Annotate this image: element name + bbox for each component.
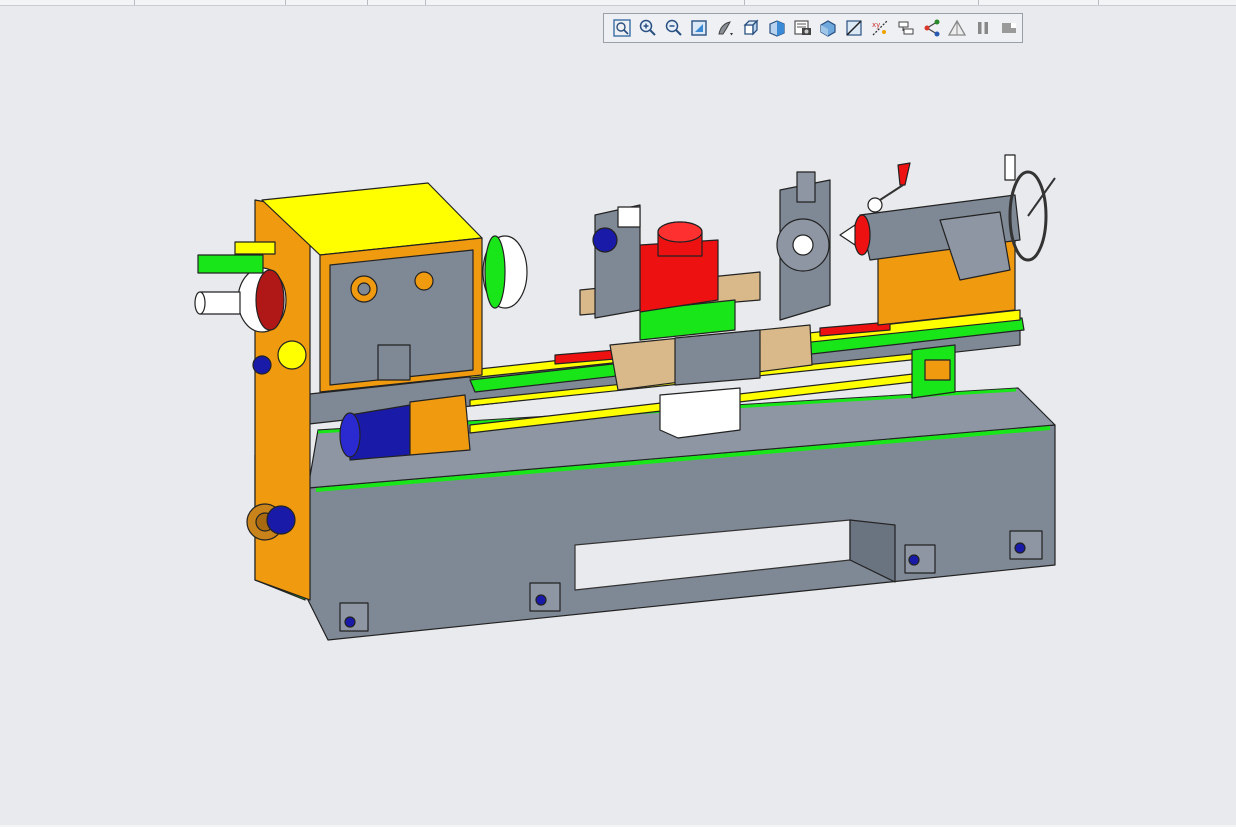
apron xyxy=(659,387,741,439)
standard-views-button[interactable] xyxy=(738,16,764,40)
measure-button[interactable] xyxy=(841,16,867,40)
capture-image-button[interactable] xyxy=(790,16,816,40)
divider xyxy=(285,0,286,5)
zoom-window-button[interactable] xyxy=(686,16,712,40)
render-style-icon xyxy=(718,21,734,36)
divider xyxy=(1098,0,1099,5)
pause-button[interactable] xyxy=(970,16,996,40)
divider xyxy=(367,0,368,5)
divider xyxy=(744,0,745,5)
section-view-icon xyxy=(820,20,837,37)
leveling-foot xyxy=(904,544,936,574)
measure-icon xyxy=(846,20,862,36)
explode-icon xyxy=(898,21,914,35)
section-view-button[interactable] xyxy=(816,16,842,40)
divider xyxy=(978,0,979,5)
fit-all-icon xyxy=(613,19,631,37)
measure-triangle-button[interactable] xyxy=(945,16,971,40)
view-toolbar: xy xyxy=(603,13,1023,43)
measure-triangle-icon xyxy=(948,19,967,36)
model-tree-icon xyxy=(924,19,940,37)
annotations-button[interactable]: xy xyxy=(867,16,893,40)
render-style-button[interactable] xyxy=(712,16,738,40)
leveling-foot xyxy=(339,602,369,632)
zoom-in-button[interactable] xyxy=(635,16,661,40)
model-tree-button[interactable] xyxy=(919,16,945,40)
perspective-button[interactable] xyxy=(764,16,790,40)
zoom-in-icon xyxy=(639,19,656,36)
pause-icon xyxy=(978,22,989,34)
perspective-icon xyxy=(769,20,785,37)
zoom-out-icon xyxy=(665,19,682,36)
tailstock-lever xyxy=(897,162,911,186)
3d-viewport[interactable] xyxy=(0,6,1236,825)
standard-views-icon xyxy=(743,19,759,36)
lathe-model[interactable] xyxy=(0,6,1236,825)
gearbox xyxy=(409,394,471,456)
zoom-window-icon xyxy=(691,20,708,36)
fit-all-button[interactable] xyxy=(609,16,635,40)
leveling-foot xyxy=(529,582,561,612)
zoom-out-button[interactable] xyxy=(661,16,687,40)
divider xyxy=(425,0,426,5)
leveling-foot xyxy=(1009,530,1043,560)
presentation-icon xyxy=(1002,23,1017,33)
capture-image-icon xyxy=(793,20,811,35)
divider xyxy=(134,0,135,5)
annotations-icon: xy xyxy=(872,20,888,36)
explode-button[interactable] xyxy=(893,16,919,40)
presentation-button[interactable] xyxy=(996,16,1022,40)
svg-text:xy: xy xyxy=(872,21,880,29)
